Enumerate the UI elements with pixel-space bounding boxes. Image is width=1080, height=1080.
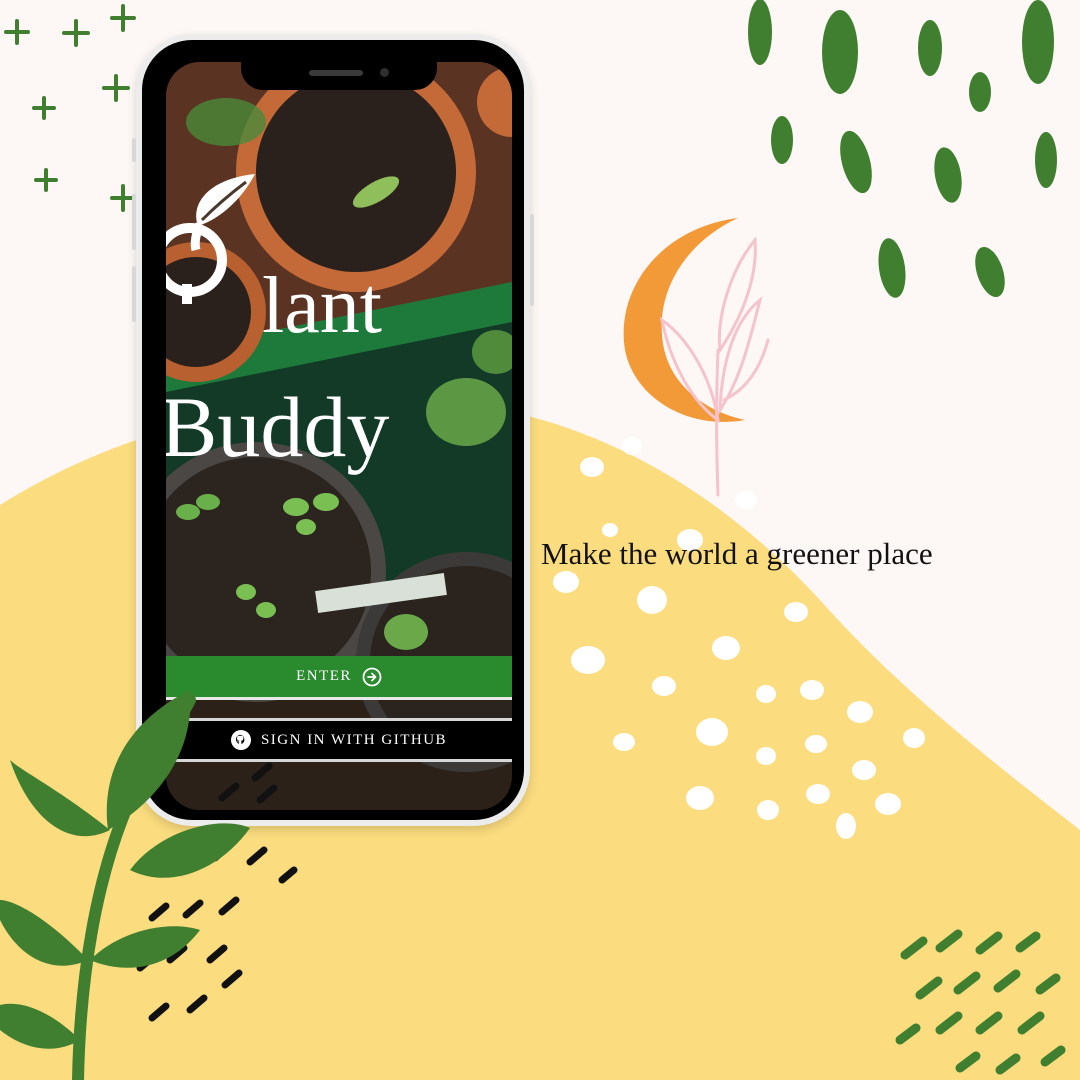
pink-sprout-sketch: [659, 236, 770, 497]
app-title-line1: lant: [262, 262, 382, 350]
sign-in-with-github-button[interactable]: SIGN IN WITH GITHUB: [166, 718, 512, 762]
app-title-line2: Buddy: [166, 379, 390, 475]
green-dash-marks: [748, 0, 1057, 298]
phone-speaker: [309, 70, 363, 76]
github-button-label: SIGN IN WITH GITHUB: [260, 731, 448, 748]
arrow-circle-right-icon: [362, 667, 382, 686]
orange-crescent-shape: [623, 218, 745, 422]
leaf-sprout-logo-icon: [166, 174, 255, 304]
phone-notch: [241, 62, 437, 90]
github-icon: [230, 730, 251, 750]
phone-power-button: [530, 214, 534, 306]
phone-camera: [380, 68, 389, 77]
enter-button-label: ENTER: [296, 668, 352, 684]
tagline-text: Make the world a greener place: [541, 536, 933, 571]
phone-volume-up-button: [132, 194, 136, 250]
enter-button[interactable]: ENTER: [166, 656, 512, 700]
phone-side-button: [132, 138, 136, 162]
phone-mockup: lant Buddy ENTER SIGN IN WITH GITHUB: [132, 34, 534, 826]
phone-volume-down-button: [132, 266, 136, 322]
phone-bezel: lant Buddy ENTER SIGN IN WITH GITHUB: [142, 40, 524, 820]
green-plus-marks: [4, 4, 136, 212]
app-screen: lant Buddy ENTER SIGN IN WITH GITHUB: [166, 62, 512, 810]
